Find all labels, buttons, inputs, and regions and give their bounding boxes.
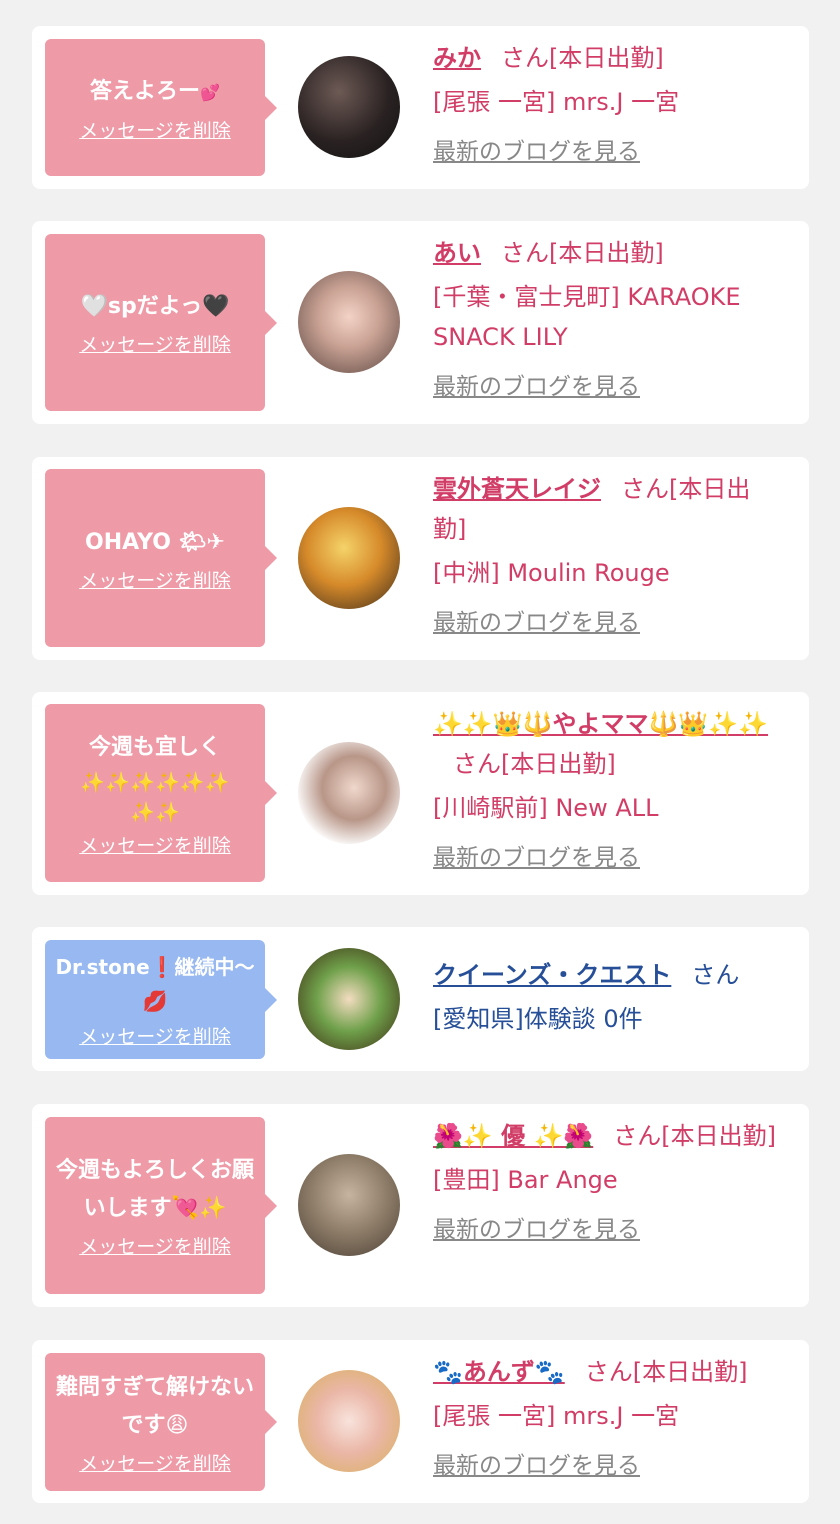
sender-name-link[interactable]: ✨✨👑🔱やよママ🔱👑✨✨ (433, 710, 768, 738)
sender-name-link[interactable]: みか (433, 44, 481, 72)
shop-text: [愛知県]体験談 0件 (433, 1005, 643, 1033)
sender-name-link[interactable]: 🌺✨ 優 ✨🌺 (433, 1122, 593, 1150)
sender-suffix: さん[本日出勤] (501, 239, 664, 267)
blog-link[interactable]: 最新のブログを見る (433, 1210, 783, 1250)
sparkle-emoji: ✨✨✨✨✨✨✨✨ (80, 769, 230, 824)
message-text: 難問すぎて解けないです😩 (55, 1374, 254, 1438)
blog-link[interactable]: 最新のブログを見る (433, 603, 783, 643)
blog-link[interactable]: 最新のブログを見る (433, 1446, 783, 1486)
sender-suffix: さん (691, 961, 740, 989)
avatar[interactable] (298, 1370, 400, 1472)
message-bubble: 今週もよろしくお願いします💘✨ メッセージを削除 (45, 1117, 277, 1294)
message-bubble: 答えよろー💕 メッセージを削除 (45, 39, 277, 176)
sender-info: みか さん[本日出勤] [尾張 一宮] mrs.J 一宮 最新のブログを見る (433, 38, 783, 172)
message-list: 答えよろー💕 メッセージを削除 みか さん[本日出勤] [尾張 一宮] mrs.J… (0, 0, 840, 1524)
delete-message-link[interactable]: メッセージを削除 (79, 1232, 231, 1259)
sender-suffix: さん[本日出勤] (613, 1122, 776, 1150)
message-card: 今週も宜しく ✨✨✨✨✨✨✨✨ メッセージを削除 ✨✨👑🔱やよママ🔱👑✨✨ さん[… (32, 692, 809, 895)
message-text: 🤍spだよっ🖤 (80, 294, 230, 319)
sender-name-link[interactable]: 雲外蒼天レイジ (433, 475, 601, 503)
shop-text: [川崎駅前] New ALL (433, 794, 659, 822)
sender-info: ✨✨👑🔱やよママ🔱👑✨✨ さん[本日出勤] [川崎駅前] New ALL 最新のブ… (433, 704, 783, 878)
message-bubble: OHAYO 🌤✈ メッセージを削除 (45, 469, 277, 647)
sender-suffix: さん[本日出勤] (501, 44, 664, 72)
sender-info: クイーンズ・クエスト さん [愛知県]体験談 0件 (433, 955, 783, 1039)
shop-text: [尾張 一宮] mrs.J 一宮 (433, 88, 680, 116)
blog-link[interactable]: 最新のブログを見る (433, 132, 783, 172)
sender-info: 🐾あんず🐾 さん[本日出勤] [尾張 一宮] mrs.J 一宮 最新のブログを見る (433, 1352, 783, 1486)
message-text: 今週も宜しく (88, 734, 221, 760)
message-text: 答えよろー💕 (90, 78, 220, 104)
message-card: 難問すぎて解けないです😩 メッセージを削除 🐾あんず🐾 さん[本日出勤] [尾張 … (32, 1340, 809, 1503)
message-bubble: 難問すぎて解けないです😩 メッセージを削除 (45, 1353, 277, 1491)
shop-text: [中洲] Moulin Rouge (433, 559, 670, 587)
delete-message-link[interactable]: メッセージを削除 (79, 116, 231, 143)
delete-message-link[interactable]: メッセージを削除 (79, 1449, 231, 1476)
message-bubble: Dr.stone❗継続中〜💋 メッセージを削除 (45, 940, 277, 1059)
sender-suffix: さん[本日出勤] (453, 750, 616, 778)
avatar[interactable] (298, 507, 400, 609)
message-card: OHAYO 🌤✈ メッセージを削除 雲外蒼天レイジ さん[本日出勤] [中洲] M… (32, 457, 809, 660)
message-text: OHAYO 🌤✈ (85, 529, 225, 555)
sender-info: あい さん[本日出勤] [千葉・富士見町] KARAOKE SNACK LILY … (433, 233, 783, 407)
sender-name-link[interactable]: あい (433, 239, 481, 267)
avatar[interactable] (298, 271, 400, 373)
message-card: 今週もよろしくお願いします💘✨ メッセージを削除 🌺✨ 優 ✨🌺 さん[本日出勤]… (32, 1104, 809, 1307)
avatar[interactable] (298, 948, 400, 1050)
sender-suffix: さん[本日出勤] (584, 1358, 748, 1386)
message-text: 今週もよろしくお願いします💘✨ (55, 1158, 254, 1221)
message-card: 答えよろー💕 メッセージを削除 みか さん[本日出勤] [尾張 一宮] mrs.J… (32, 26, 809, 189)
shop-text: [豊田] Bar Ange (433, 1166, 618, 1194)
sender-info: 雲外蒼天レイジ さん[本日出勤] [中洲] Moulin Rouge 最新のブログ… (433, 469, 783, 643)
delete-message-link[interactable]: メッセージを削除 (79, 831, 231, 858)
shop-text: [千葉・富士見町] KARAOKE SNACK LILY (433, 283, 741, 351)
message-card: 🤍spだよっ🖤 メッセージを削除 あい さん[本日出勤] [千葉・富士見町] KA… (32, 221, 809, 424)
blog-link[interactable]: 最新のブログを見る (433, 838, 783, 878)
message-text: Dr.stone❗継続中〜💋 (55, 955, 255, 1013)
message-card: Dr.stone❗継続中〜💋 メッセージを削除 クイーンズ・クエスト さん [愛知… (32, 927, 809, 1071)
sender-name-link[interactable]: クイーンズ・クエスト (433, 961, 671, 989)
avatar[interactable] (298, 56, 400, 158)
delete-message-link[interactable]: メッセージを削除 (79, 330, 231, 357)
delete-message-link[interactable]: メッセージを削除 (79, 566, 231, 593)
blog-link[interactable]: 最新のブログを見る (433, 367, 783, 407)
avatar[interactable] (298, 1154, 400, 1256)
avatar[interactable] (298, 742, 400, 844)
sender-name-link[interactable]: 🐾あんず🐾 (433, 1358, 565, 1386)
message-bubble: 今週も宜しく ✨✨✨✨✨✨✨✨ メッセージを削除 (45, 704, 277, 882)
delete-message-link[interactable]: メッセージを削除 (79, 1022, 231, 1049)
message-bubble: 🤍spだよっ🖤 メッセージを削除 (45, 234, 277, 411)
shop-text: [尾張 一宮] mrs.J 一宮 (433, 1402, 680, 1430)
sender-info: 🌺✨ 優 ✨🌺 さん[本日出勤] [豊田] Bar Ange 最新のブログを見る (433, 1116, 783, 1250)
